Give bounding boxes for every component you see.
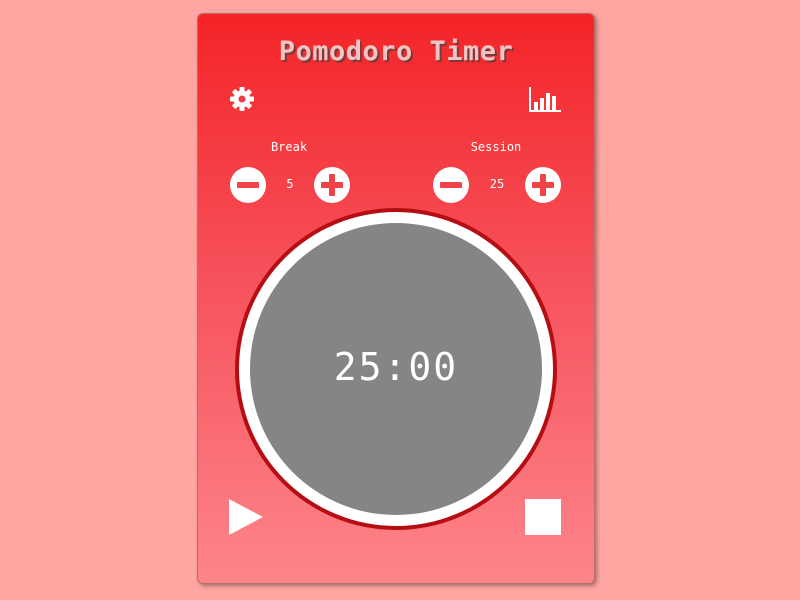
bar-chart-icon: [529, 87, 561, 112]
statistics-button[interactable]: [528, 85, 562, 113]
session-label: Session: [470, 140, 522, 154]
timer-dial-face: 25:00: [250, 223, 542, 515]
session-increment-button[interactable]: [525, 167, 561, 203]
break-increment-button[interactable]: [314, 167, 350, 203]
settings-button[interactable]: [228, 85, 256, 113]
play-button[interactable]: [229, 499, 263, 535]
timer-dial: 25:00: [235, 208, 557, 530]
session-length-value: 25: [489, 177, 505, 191]
break-decrement-button[interactable]: [230, 167, 266, 203]
break-label: Break: [270, 140, 308, 154]
break-length-value: 5: [286, 177, 294, 191]
session-decrement-button[interactable]: [433, 167, 469, 203]
minus-circle-icon: [237, 182, 259, 188]
pomodoro-card: Pomodoro Timer Break Session 5 25 25:00: [197, 13, 595, 584]
minus-circle-icon: [440, 182, 462, 188]
timer-display: 25:00: [333, 345, 459, 389]
gear-icon: [230, 87, 254, 111]
timer-dial-ring: 25:00: [239, 212, 553, 526]
stop-button[interactable]: [525, 499, 561, 535]
app-title: Pomodoro Timer: [278, 36, 514, 67]
